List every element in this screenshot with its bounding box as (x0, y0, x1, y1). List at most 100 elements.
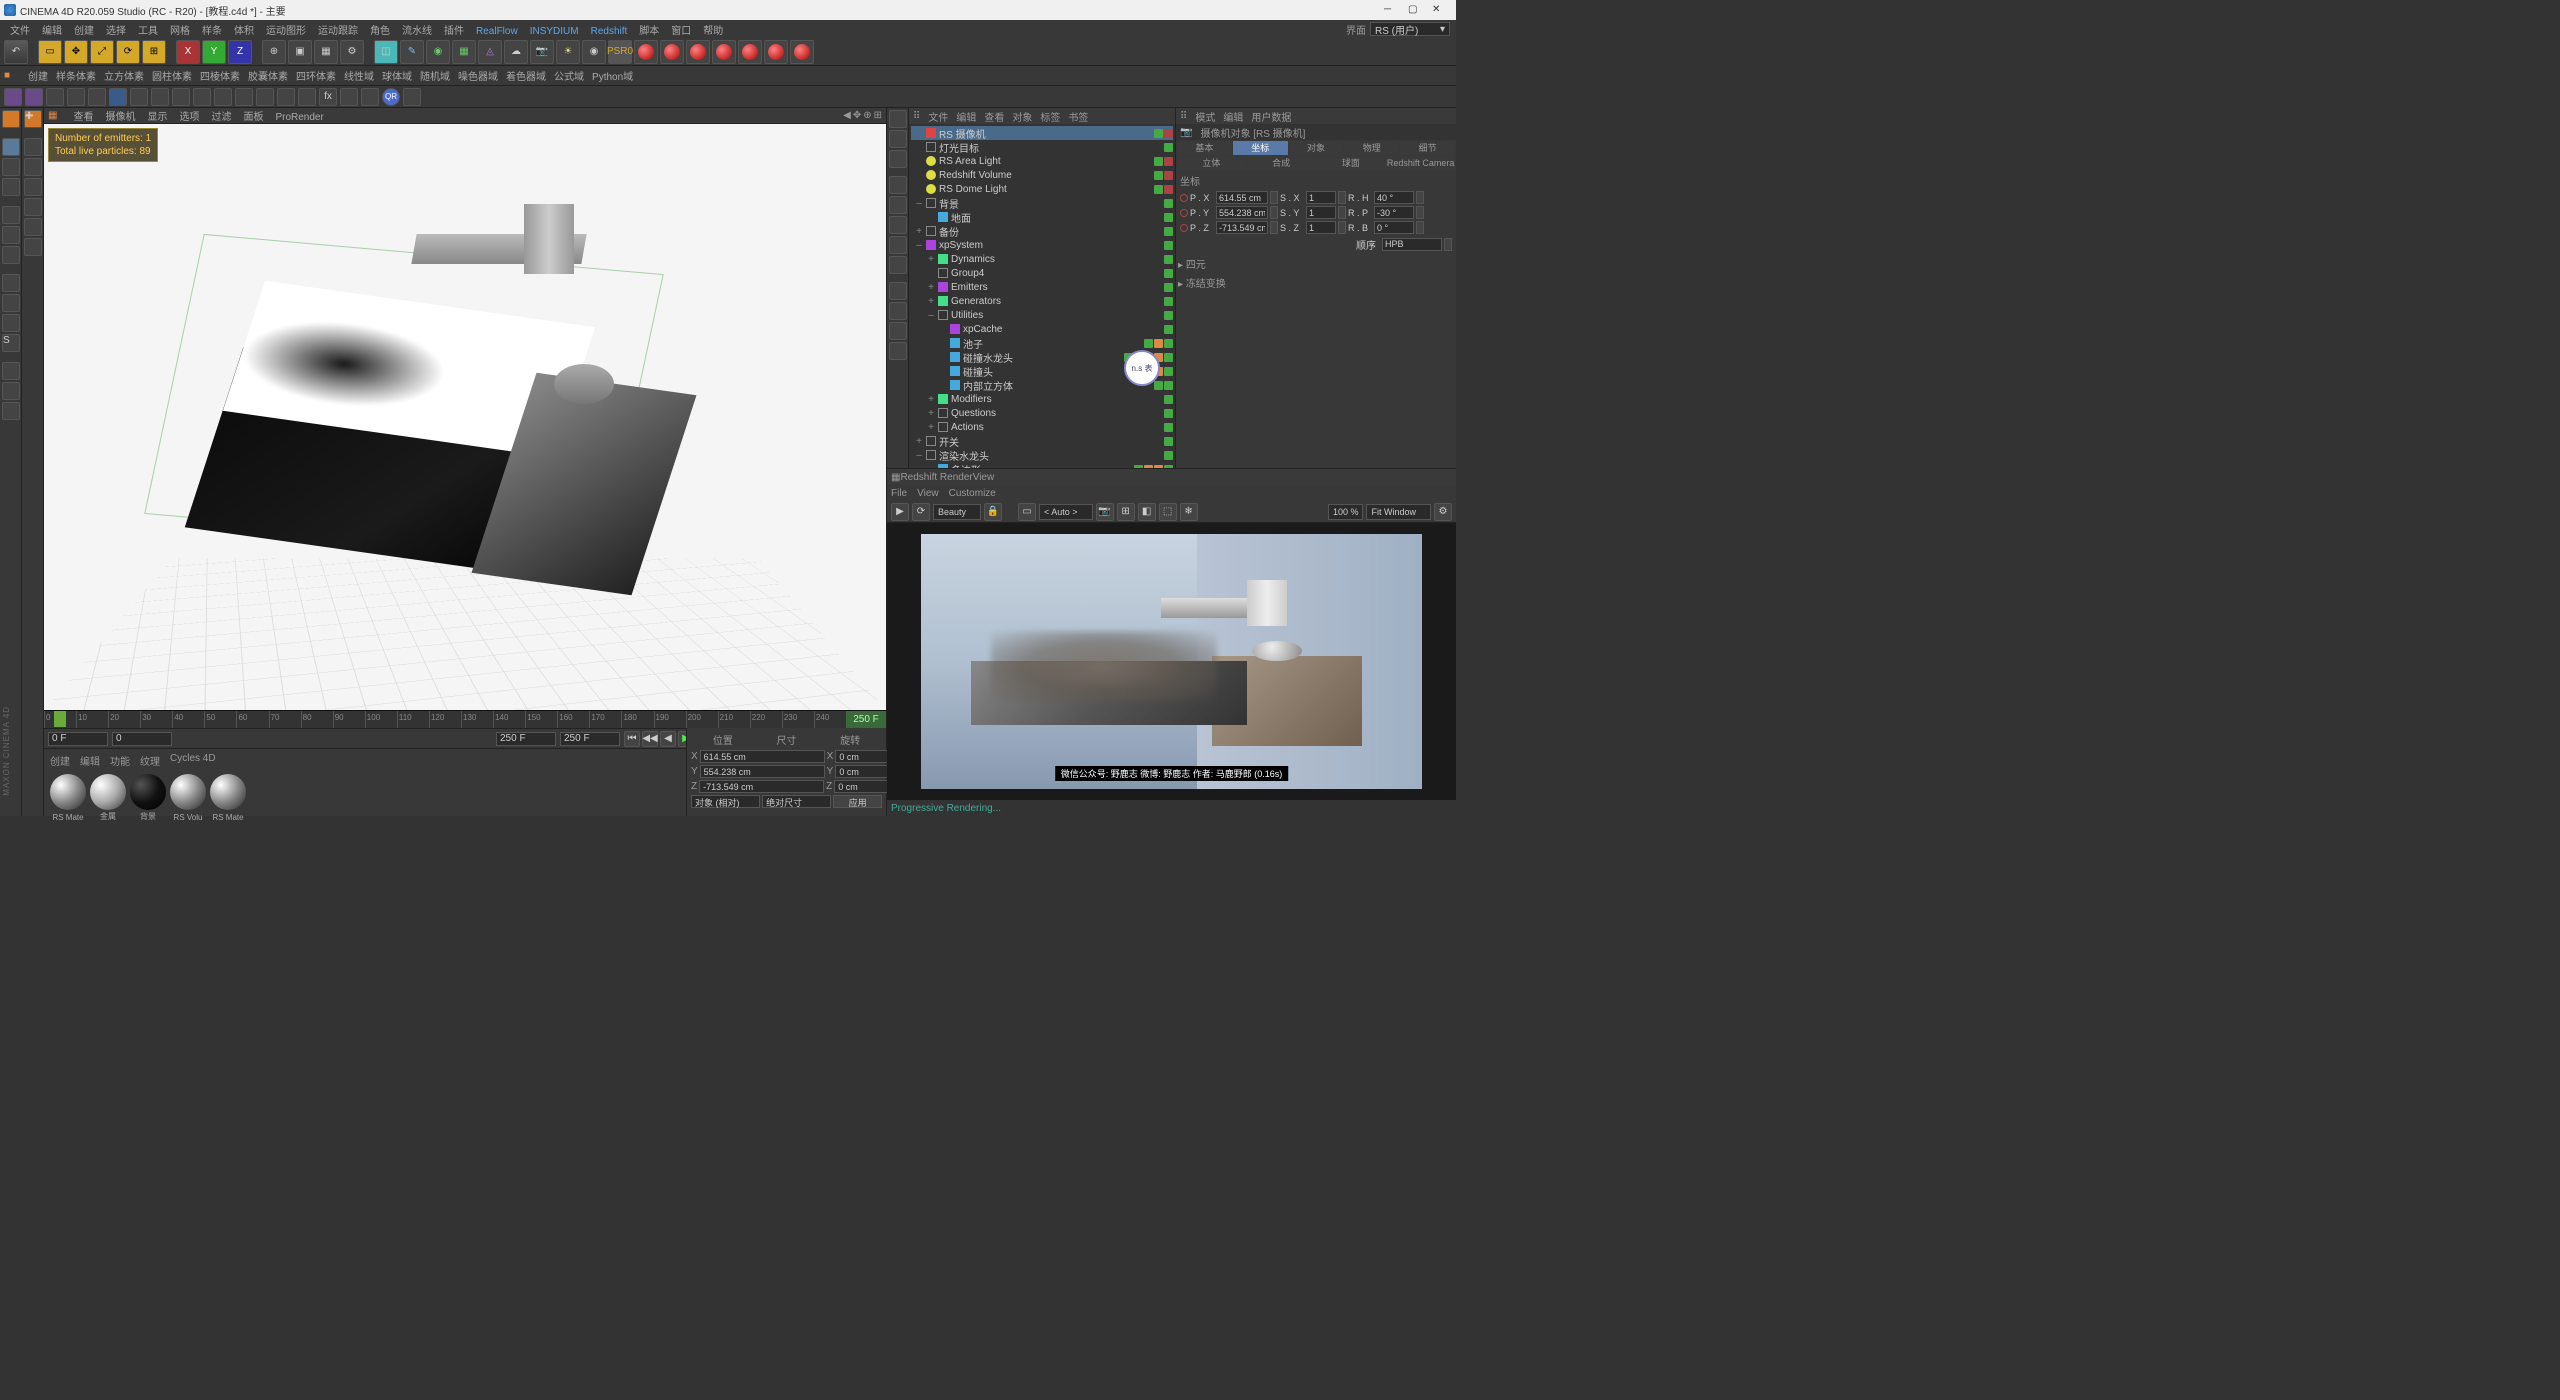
y-axis-button[interactable]: Y (202, 40, 226, 64)
environment-button[interactable]: ☁ (504, 40, 528, 64)
menu-7[interactable]: 体积 (228, 24, 260, 39)
rv-settings-button[interactable]: ⚙ (1434, 503, 1452, 521)
xp-cache-button[interactable] (88, 88, 106, 106)
point-mode-button[interactable] (2, 206, 20, 224)
filter-3-button[interactable] (24, 158, 42, 176)
vp-menu-5[interactable]: 面板 (237, 110, 269, 125)
xp-sprite-button[interactable] (130, 88, 148, 106)
prev-frame-button[interactable]: ◀ (660, 731, 676, 747)
vp-menu-0[interactable]: 查看 (67, 110, 99, 125)
record-7-button[interactable] (790, 40, 814, 64)
locked-wp-button[interactable] (2, 382, 20, 400)
xp-system-button[interactable] (4, 88, 22, 106)
attr-tab-3[interactable]: 物理 (1344, 141, 1399, 155)
filter-2-button[interactable] (24, 138, 42, 156)
menu-6[interactable]: 样条 (196, 24, 228, 39)
menu-13[interactable]: RealFlow (470, 24, 524, 39)
mat-menu-2[interactable]: 功能 (110, 753, 130, 768)
attr-quaternion-section[interactable]: 四元 (1176, 254, 1456, 273)
tree-item-6[interactable]: 地面 (911, 210, 1173, 224)
vt-5[interactable] (889, 196, 907, 214)
render-view-button[interactable]: ▣ (288, 40, 312, 64)
attr-tab-1[interactable]: 坐标 (1233, 141, 1288, 155)
vp-menu-3[interactable]: 选项 (173, 110, 205, 125)
xp-qr-button[interactable]: QR (382, 88, 400, 106)
polygon-mode-button[interactable] (2, 246, 20, 264)
material-1[interactable]: 金属 (90, 774, 126, 810)
menu-2[interactable]: 创建 (68, 24, 100, 39)
timeline-playhead[interactable] (54, 711, 66, 727)
rv-pick-button[interactable]: ⬚ (1159, 503, 1177, 521)
edge-mode-button[interactable] (2, 226, 20, 244)
timeline-start-field[interactable] (48, 732, 108, 746)
subdivision-button[interactable]: ▦ (452, 40, 476, 64)
rv-zoom-field[interactable]: 100 % (1328, 504, 1364, 520)
minimize-button[interactable]: ─ (1384, 4, 1396, 16)
vt-12[interactable] (889, 342, 907, 360)
xp-fx-button[interactable]: fx (319, 88, 337, 106)
menu-5[interactable]: 网格 (164, 24, 196, 39)
light-button[interactable]: ☀ (556, 40, 580, 64)
vt-9[interactable] (889, 282, 907, 300)
snap-button[interactable] (2, 314, 20, 332)
attr-menu-2[interactable]: 用户数据 (1251, 109, 1291, 124)
xp-vol-button[interactable] (340, 88, 358, 106)
coord-apply-button[interactable]: 应用 (833, 795, 882, 808)
rv-menu-2[interactable]: Customize (949, 488, 996, 499)
tb2-1[interactable]: 样条体素 (52, 71, 100, 84)
z-axis-button[interactable]: Z (228, 40, 252, 64)
menu-16[interactable]: 脚本 (633, 24, 665, 39)
workplane-button[interactable] (2, 362, 20, 380)
attr-tab-2[interactable]: 对象 (1289, 141, 1344, 155)
rv-grid-button[interactable]: ⊞ (1117, 503, 1135, 521)
menu-4[interactable]: 工具 (132, 24, 164, 39)
prev-key-button[interactable]: ◀◀ (642, 731, 658, 747)
model-mode-button[interactable] (2, 138, 20, 156)
maximize-button[interactable]: ▢ (1408, 4, 1420, 16)
attr-freeze-section[interactable]: 冻结变换 (1176, 273, 1456, 292)
tree-item-1[interactable]: 灯光目标 (911, 140, 1173, 154)
xp-trail-button[interactable] (151, 88, 169, 106)
om-menu-5[interactable]: 书签 (1068, 109, 1088, 124)
last-tool-button[interactable]: ⊞ (142, 40, 166, 64)
xp-foam-button[interactable] (277, 88, 295, 106)
vt-3[interactable] (889, 150, 907, 168)
tree-item-9[interactable]: +Dynamics (911, 252, 1173, 266)
tree-item-8[interactable]: –xpSystem (911, 238, 1173, 252)
viewport[interactable]: Number of emitters: 1 Total live particl… (44, 124, 886, 710)
close-button[interactable]: ✕ (1432, 4, 1444, 16)
tree-item-3[interactable]: Redshift Volume (911, 168, 1173, 182)
render-settings-button[interactable]: ⚙ (340, 40, 364, 64)
tree-item-15[interactable]: 池子 (911, 336, 1173, 350)
menu-11[interactable]: 流水线 (396, 24, 438, 39)
record-5-button[interactable] (738, 40, 762, 64)
cube-primitive-button[interactable]: ◫ (374, 40, 398, 64)
material-3[interactable]: RS Volu (170, 774, 206, 810)
filter-6-button[interactable] (24, 218, 42, 236)
attr-tab-6[interactable]: 合成 (1247, 156, 1316, 170)
menu-12[interactable]: 插件 (438, 24, 470, 39)
tag-button[interactable]: ◉ (582, 40, 606, 64)
xp-emitter-button[interactable] (25, 88, 43, 106)
mat-menu-4[interactable]: Cycles 4D (170, 753, 216, 768)
tb2-10[interactable]: 噪色器域 (454, 71, 502, 84)
planar-wp-button[interactable] (2, 402, 20, 420)
vp-menu-2[interactable]: 显示 (141, 110, 173, 125)
spline-button[interactable]: ✎ (400, 40, 424, 64)
tree-item-22[interactable]: +开关 (911, 434, 1173, 448)
snap-settings-button[interactable]: S (2, 334, 20, 352)
vp-menu-4[interactable]: 过滤 (205, 110, 237, 125)
render-pict-button[interactable]: ▦ (314, 40, 338, 64)
menu-9[interactable]: 运动跟踪 (312, 24, 364, 39)
attr-tab-0[interactable]: 基本 (1177, 141, 1232, 155)
viewport-solo-button[interactable] (2, 294, 20, 312)
coord-sys-button[interactable]: ⊕ (262, 40, 286, 64)
tb2-12[interactable]: 公式域 (550, 71, 588, 84)
rv-menu-0[interactable]: File (891, 488, 907, 499)
tree-item-0[interactable]: RS 摄像机 (911, 126, 1173, 140)
tree-item-23[interactable]: –渲染水龙头 (911, 448, 1173, 462)
rv-compare-button[interactable]: ◧ (1138, 503, 1156, 521)
tb2-9[interactable]: 随机域 (416, 71, 454, 84)
rv-region-button[interactable]: ▭ (1018, 503, 1036, 521)
rv-ipr-button[interactable]: ⟳ (912, 503, 930, 521)
